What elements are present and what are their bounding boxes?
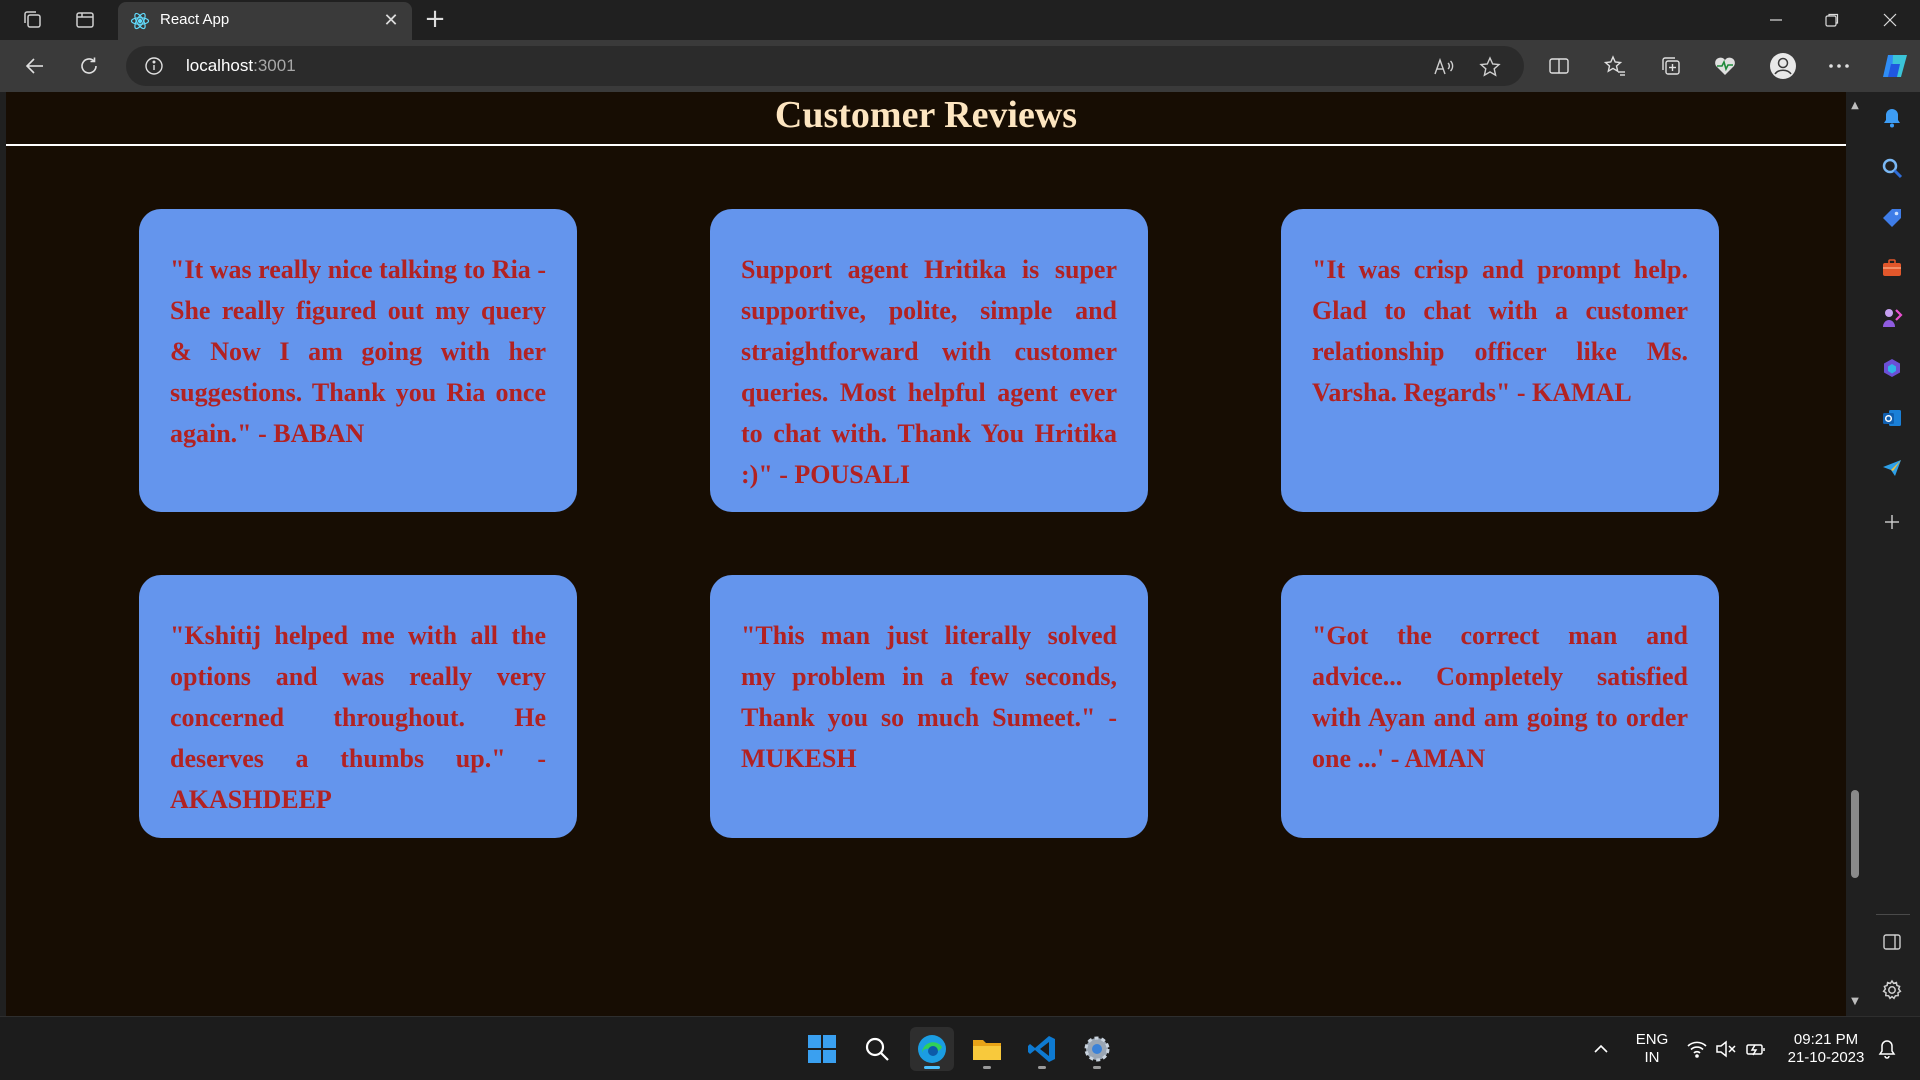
microsoft-365-icon[interactable] bbox=[1880, 356, 1904, 380]
more-options-icon[interactable] bbox=[1824, 51, 1854, 81]
address-bar[interactable]: localhost:3001 bbox=[126, 46, 1524, 86]
volume-muted-icon[interactable] bbox=[1715, 1039, 1737, 1059]
region-label: IN bbox=[1644, 1049, 1660, 1066]
react-icon bbox=[130, 11, 150, 31]
vs-code-icon[interactable] bbox=[1020, 1027, 1064, 1071]
minimize-button[interactable] bbox=[1748, 0, 1804, 40]
site-info-icon[interactable] bbox=[144, 56, 164, 76]
running-indicator bbox=[983, 1066, 991, 1069]
notification-bell-icon[interactable] bbox=[1880, 106, 1904, 130]
back-icon[interactable] bbox=[20, 51, 50, 81]
edge-sidebar bbox=[1864, 92, 1920, 1016]
running-indicator bbox=[1093, 1066, 1101, 1069]
shopping-tag-icon[interactable] bbox=[1880, 206, 1904, 230]
restore-button[interactable] bbox=[1804, 0, 1860, 40]
file-explorer-icon[interactable] bbox=[965, 1027, 1009, 1071]
review-card: "It was really nice talking to Ria - She… bbox=[139, 209, 577, 512]
add-sidebar-app-icon[interactable] bbox=[1880, 510, 1904, 534]
close-window-button[interactable] bbox=[1862, 0, 1918, 40]
search-icon[interactable] bbox=[1880, 156, 1904, 180]
games-icon[interactable] bbox=[1880, 306, 1904, 330]
scroll-up-arrow-icon[interactable]: ▲ bbox=[1849, 100, 1861, 112]
collections-icon[interactable] bbox=[1656, 51, 1686, 81]
page-title: Customer Reviews bbox=[774, 94, 1078, 136]
wifi-icon[interactable] bbox=[1686, 1039, 1708, 1059]
review-card: "This man just literally solved my probl… bbox=[710, 575, 1148, 838]
scrollbar-thumb[interactable] bbox=[1851, 790, 1859, 878]
browser-toolbar: localhost:3001 bbox=[0, 40, 1920, 92]
clock-time: 09:21 PM bbox=[1793, 1031, 1859, 1048]
show-hidden-icons-chevron-icon[interactable] bbox=[1590, 1039, 1612, 1059]
tab-actions-icon[interactable] bbox=[72, 8, 98, 32]
split-screen-icon[interactable] bbox=[1544, 51, 1574, 81]
url-port: :3001 bbox=[253, 56, 296, 75]
refresh-icon[interactable] bbox=[74, 51, 104, 81]
profile-avatar[interactable] bbox=[1768, 51, 1798, 81]
active-indicator bbox=[924, 1066, 940, 1069]
read-aloud-icon[interactable] bbox=[1432, 55, 1456, 79]
review-text: "It was crisp and prompt help. Glad to c… bbox=[1312, 255, 1688, 407]
clock[interactable]: 09:21 PM 21-10-2023 bbox=[1778, 1031, 1874, 1067]
review-card: "Kshitij helped me with all the options … bbox=[139, 575, 577, 838]
page-viewport: Customer Reviews "It was really nice tal… bbox=[6, 92, 1846, 1016]
send-paper-plane-icon[interactable] bbox=[1880, 456, 1904, 480]
edge-browser-icon[interactable] bbox=[910, 1027, 954, 1071]
url-host: localhost bbox=[186, 56, 254, 75]
review-text: "Kshitij helped me with all the options … bbox=[170, 621, 546, 814]
review-text: Support agent Hritika is super supportiv… bbox=[741, 255, 1117, 489]
close-tab-icon[interactable]: ✕ bbox=[380, 10, 402, 32]
review-text: "This man just literally solved my probl… bbox=[741, 621, 1117, 773]
title-bar: React App ✕ + bbox=[0, 0, 1920, 40]
page-scrollbar[interactable]: ▲ ▼ bbox=[1846, 92, 1864, 1016]
hide-sidebar-icon[interactable] bbox=[1880, 930, 1904, 954]
sidebar-divider bbox=[1876, 914, 1910, 915]
input-language-indicator[interactable]: ENG IN bbox=[1628, 1031, 1676, 1067]
review-text: "Got the correct man and advice... Compl… bbox=[1312, 621, 1688, 773]
url-text: localhost:3001 bbox=[186, 56, 296, 76]
battery-charging-icon[interactable] bbox=[1745, 1039, 1767, 1059]
copilot-icon[interactable] bbox=[1878, 51, 1912, 81]
browser-essentials-icon[interactable] bbox=[1710, 51, 1740, 81]
favorites-icon[interactable] bbox=[1600, 51, 1630, 81]
language-label: ENG bbox=[1635, 1031, 1669, 1048]
taskbar-search-icon[interactable] bbox=[855, 1027, 899, 1071]
workspaces-icon[interactable] bbox=[20, 8, 46, 32]
title-divider bbox=[6, 144, 1846, 146]
review-card: Support agent Hritika is super supportiv… bbox=[710, 209, 1148, 512]
windows-taskbar: ENG IN 09:21 PM 21-10-2023 bbox=[0, 1016, 1920, 1080]
review-card: "It was crisp and prompt help. Glad to c… bbox=[1281, 209, 1719, 512]
review-card: "Got the correct man and advice... Compl… bbox=[1281, 575, 1719, 838]
running-indicator bbox=[1038, 1066, 1046, 1069]
tab-react-app[interactable]: React App ✕ bbox=[118, 2, 412, 40]
new-tab-button[interactable]: + bbox=[420, 6, 450, 34]
tools-briefcase-icon[interactable] bbox=[1880, 256, 1904, 280]
favorite-star-icon[interactable] bbox=[1478, 55, 1502, 79]
settings-app-icon[interactable] bbox=[1075, 1027, 1119, 1071]
start-windows-icon[interactable] bbox=[800, 1027, 844, 1071]
sidebar-settings-gear-icon[interactable] bbox=[1880, 978, 1904, 1002]
notifications-bell-icon[interactable] bbox=[1876, 1039, 1898, 1059]
clock-date: 21-10-2023 bbox=[1787, 1049, 1865, 1066]
scroll-down-arrow-icon[interactable]: ▼ bbox=[1849, 996, 1861, 1008]
tab-title: React App bbox=[160, 11, 230, 28]
outlook-icon[interactable] bbox=[1880, 406, 1904, 430]
review-text: "It was really nice talking to Ria - She… bbox=[170, 255, 546, 448]
